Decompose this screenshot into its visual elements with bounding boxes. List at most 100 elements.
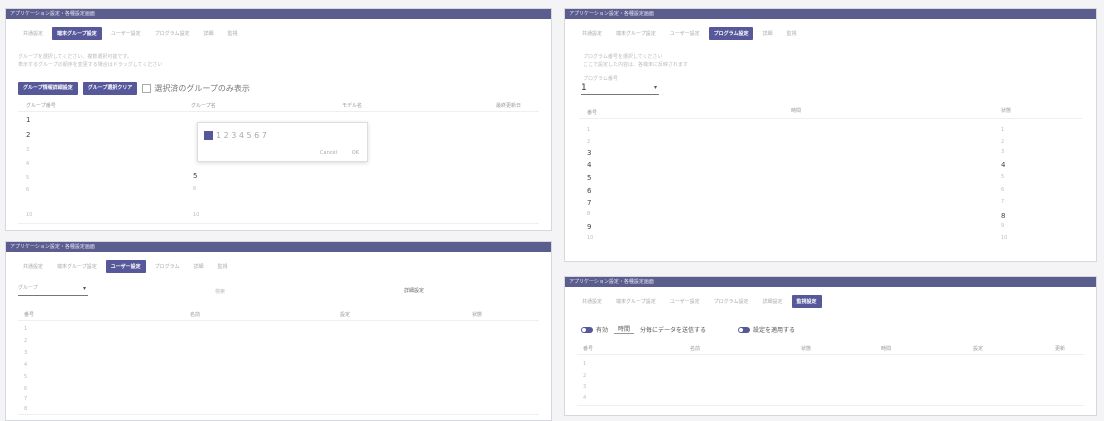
table-row[interactable]: 4 bbox=[583, 395, 586, 401]
group-detail-settings-button[interactable]: グループ情報詳細設定 bbox=[18, 82, 78, 95]
hint-text: グループを選択してください。複数選択可能です。 bbox=[18, 54, 132, 60]
tab-bar: 共通設定 端末グループ設定 ユーザー設定 プログラム設定 詳細 監視 bbox=[565, 19, 1096, 41]
column-header: 時間 bbox=[881, 346, 892, 352]
table-row[interactable]: 2 bbox=[587, 139, 590, 145]
checked-icon bbox=[204, 131, 213, 140]
search-label[interactable]: 検索 bbox=[215, 288, 225, 296]
table-cell: 5 bbox=[1001, 174, 1005, 180]
tab-program[interactable]: プログラム設定 bbox=[709, 295, 754, 308]
table-cell: 10 bbox=[193, 212, 200, 218]
tab-bar: 共通設定 端末グループ設定 ユーザー設定 プログラム設定 詳細 監視 bbox=[6, 19, 551, 41]
tab-detail[interactable]: 詳細設定 bbox=[757, 295, 787, 308]
toggle-icon bbox=[738, 327, 751, 333]
detail-settings-link[interactable]: 詳細設定 bbox=[404, 287, 424, 294]
table-row[interactable]: 3 bbox=[583, 384, 586, 390]
tab-program[interactable]: プログラム設定 bbox=[150, 27, 195, 40]
ok-button[interactable]: OK bbox=[352, 150, 359, 156]
tab-detail[interactable]: 詳細 bbox=[198, 27, 218, 40]
table-row[interactable]: 1 bbox=[24, 326, 27, 332]
tab-common[interactable]: 共通設定 bbox=[18, 27, 48, 40]
hint-text: プログラム番号を選択してください bbox=[583, 54, 663, 60]
popup-checkbox-row[interactable]: 1 2 3 4 5 6 7 bbox=[204, 131, 267, 140]
program-number-select[interactable]: 1 ▾ bbox=[581, 83, 659, 95]
table-row[interactable]: 4 bbox=[587, 161, 591, 169]
table-cell: 2 bbox=[1001, 139, 1005, 145]
table-cell: 6 bbox=[193, 186, 197, 192]
tab-user[interactable]: ユーザー設定 bbox=[665, 295, 705, 308]
hint-text: 表示するグループの順序を変更する場合はドラッグしてください bbox=[18, 62, 163, 68]
column-header: 名前 bbox=[690, 346, 701, 352]
table-row[interactable]: 5 bbox=[26, 175, 29, 181]
apply-toggle[interactable]: 設定を適用する bbox=[738, 325, 795, 334]
table-row[interactable]: 6 bbox=[587, 187, 591, 195]
hint-text: ここで設定した内容は、各端末に反映されます bbox=[583, 62, 689, 68]
table-row[interactable]: 2 bbox=[583, 373, 586, 379]
table-cell: 1 bbox=[1001, 127, 1005, 133]
tab-common[interactable]: 共通設定 bbox=[18, 260, 48, 273]
select-label: プログラム番号 bbox=[583, 76, 618, 82]
window-title: アプリケーション設定・各種設定画面 bbox=[6, 242, 551, 252]
tab-user[interactable]: ユーザー設定 bbox=[106, 27, 146, 40]
table-row[interactable]: 7 bbox=[587, 199, 591, 207]
table-row[interactable]: 3 bbox=[26, 147, 29, 153]
tab-monitor[interactable]: 監視 bbox=[213, 260, 233, 273]
tab-monitor[interactable]: 監視 bbox=[223, 27, 243, 40]
table-cell: 6 bbox=[1001, 187, 1005, 193]
tab-user[interactable]: ユーザー設定 bbox=[105, 259, 146, 273]
group-clear-button[interactable]: グループ選択クリア bbox=[82, 82, 138, 95]
tab-monitor[interactable]: 監視設定 bbox=[791, 294, 822, 308]
enable-toggle[interactable]: 有効 bbox=[581, 325, 608, 334]
tab-terminal-group[interactable]: 端末グループ設定 bbox=[52, 260, 102, 273]
table-row[interactable]: 3 bbox=[24, 350, 27, 356]
tab-common[interactable]: 共通設定 bbox=[577, 27, 607, 40]
tab-program[interactable]: プログラム設定 bbox=[708, 26, 754, 40]
window-title: アプリケーション設定・各種設定画面 bbox=[565, 277, 1096, 287]
table-row[interactable]: 4 bbox=[24, 362, 27, 368]
table-row[interactable]: 1 bbox=[587, 127, 590, 133]
column-header: 状態 bbox=[801, 346, 812, 352]
table-row[interactable]: 2 bbox=[24, 338, 27, 344]
column-header: グループ番号 bbox=[26, 103, 56, 109]
table-row[interactable]: 5 bbox=[587, 174, 591, 182]
chevron-down-icon: ▾ bbox=[82, 285, 86, 292]
table-row[interactable]: 10 bbox=[587, 235, 593, 241]
window-title: アプリケーション設定・各種設定画面 bbox=[565, 9, 1096, 19]
tab-monitor[interactable]: 監視 bbox=[782, 27, 802, 40]
chevron-down-icon: ▾ bbox=[653, 84, 657, 91]
tab-common[interactable]: 共通設定 bbox=[577, 295, 607, 308]
tab-terminal-group[interactable]: 端末グループ設定 bbox=[611, 295, 661, 308]
table-row[interactable]: 6 bbox=[26, 187, 29, 193]
tab-detail[interactable]: 詳細 bbox=[188, 260, 208, 273]
table-row[interactable]: 5 bbox=[24, 374, 27, 380]
column-header: 状態 bbox=[472, 312, 483, 318]
tab-user[interactable]: ユーザー設定 bbox=[665, 27, 705, 40]
tab-terminal-group[interactable]: 端末グループ設定 bbox=[52, 26, 102, 40]
column-header: 番号 bbox=[587, 110, 598, 116]
show-selected-only-checkbox[interactable]: 選択済のグループのみ表示 bbox=[142, 83, 250, 94]
table-row[interactable]: 7 bbox=[24, 396, 27, 402]
tab-terminal-group[interactable]: 端末グループ設定 bbox=[611, 27, 661, 40]
table-row[interactable]: 10 bbox=[26, 212, 32, 218]
table-row[interactable]: 8 bbox=[587, 211, 590, 217]
window-title: アプリケーション設定・各種設定画面 bbox=[6, 9, 551, 19]
table-row[interactable]: 8 bbox=[24, 406, 27, 412]
table-cell: 8 bbox=[1001, 212, 1006, 220]
tab-detail[interactable]: 詳細 bbox=[757, 27, 777, 40]
table-row[interactable]: 6 bbox=[24, 386, 27, 392]
table-row[interactable]: 4 bbox=[26, 161, 29, 167]
table-row[interactable]: 1 bbox=[583, 361, 586, 367]
cancel-button[interactable]: Cancel bbox=[320, 150, 337, 156]
table-row[interactable]: 2 bbox=[26, 131, 30, 139]
table-row[interactable]: 1 bbox=[26, 116, 30, 124]
panel-group-settings: アプリケーション設定・各種設定画面 共通設定 端末グループ設定 ユーザー設定 プ… bbox=[5, 8, 552, 231]
interval-input[interactable]: 時間 bbox=[614, 324, 635, 334]
column-header: 番号 bbox=[24, 312, 35, 318]
table-cell: 5 bbox=[193, 172, 198, 180]
group-select[interactable]: グループ ▾ bbox=[18, 284, 88, 296]
group-select-popup: 1 2 3 4 5 6 7 Cancel OK bbox=[197, 122, 368, 162]
panel-monitor-settings: アプリケーション設定・各種設定画面 共通設定 端末グループ設定 ユーザー設定 プ… bbox=[564, 276, 1097, 416]
tab-program[interactable]: プログラム bbox=[150, 260, 185, 273]
column-header: 設定 bbox=[973, 346, 984, 352]
table-row[interactable]: 3 bbox=[587, 149, 591, 157]
table-row[interactable]: 9 bbox=[587, 223, 591, 231]
